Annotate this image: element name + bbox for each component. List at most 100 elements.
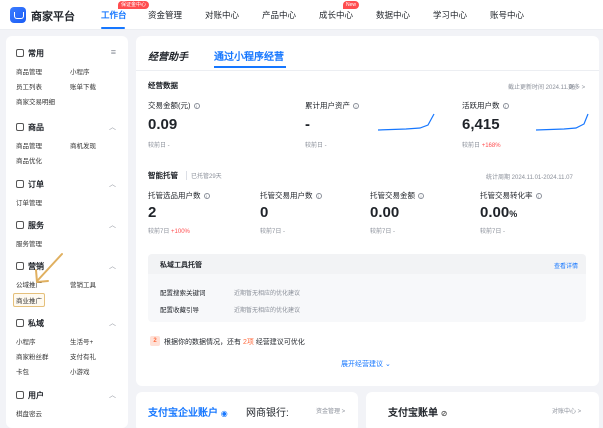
sidebar-item-user-sub[interactable]: 棋盘密云: [16, 408, 42, 418]
mybank-label: 网商银行:: [246, 408, 289, 419]
expand-suggestions-button[interactable]: 展开经营建议 ⌄: [341, 359, 391, 369]
trust-label-trade-amount: 托管交易金额 i: [370, 190, 424, 201]
sidebar-section-user[interactable]: 用户: [16, 390, 44, 401]
nav-product-center[interactable]: 产品中心: [262, 9, 296, 21]
more-link[interactable]: 更多 >: [568, 82, 585, 91]
view-detail-link[interactable]: 查看详情: [554, 261, 578, 270]
sidebar-item-opportunity[interactable]: 商机发现: [70, 140, 96, 150]
nav-account-center[interactable]: 账号中心: [490, 9, 524, 21]
sidebar-section-goods[interactable]: 商品: [16, 122, 44, 133]
nav-data-center[interactable]: 数据中心: [376, 9, 410, 21]
info-icon[interactable]: i: [418, 193, 424, 199]
nav-badge-new: New: [343, 1, 360, 9]
sidebar-item-goods-management[interactable]: 商品管理: [16, 66, 42, 76]
menu-icon[interactable]: ≡: [111, 47, 116, 57]
metric-sub-assets: 较前日 -: [305, 143, 327, 149]
top-nav: 商家平台 工作台 保证金中心 资金管理 对账中心 产品中心 成长中心 New 数…: [0, 0, 603, 30]
sidebar-item-business-promotion[interactable]: 商业推广: [13, 293, 45, 307]
sidebar-item-mini-program-2[interactable]: 小程序: [16, 336, 36, 346]
document-icon: [16, 180, 24, 188]
metric-label-assets: 累计用户资产 i: [305, 100, 359, 111]
megaphone-icon: [16, 262, 24, 270]
suggestion-icon: 2: [150, 336, 160, 346]
eye-icon[interactable]: ◉: [221, 409, 228, 418]
section-business-data: 经营数据: [148, 81, 178, 90]
chevron-up-icon[interactable]: ︿: [109, 122, 116, 132]
sidebar-item-card-wallet[interactable]: 卡包: [16, 366, 29, 376]
section-smart-hosting: 智能托管: [148, 171, 178, 180]
metric-value-active-users: 6,415: [462, 116, 500, 133]
nav-learning-center[interactable]: 学习中心: [433, 9, 467, 21]
sidebar-item-life-account[interactable]: 生活号+: [70, 336, 93, 346]
platform-logo[interactable]: [10, 7, 26, 23]
tool-desc-favorite-guide: 近期暂无相应的优化建议: [234, 308, 301, 314]
trust-sub-conversion: 较前7日 -: [480, 229, 506, 235]
brand-title: 商家平台: [31, 11, 75, 23]
cube-icon: [16, 123, 24, 131]
trust-value-select-users: 2: [148, 204, 157, 221]
info-icon[interactable]: i: [353, 103, 359, 109]
info-icon[interactable]: i: [535, 193, 542, 199]
sidebar-item-goods-optimize[interactable]: 商品优化: [16, 155, 42, 165]
sidebar-item-bill-download[interactable]: 账单下载: [70, 81, 96, 91]
fund-management-link[interactable]: 资金管理 >: [316, 406, 345, 415]
chevron-up-icon[interactable]: ︿: [109, 390, 116, 400]
sidebar-item-service-management[interactable]: 服务管理: [16, 238, 42, 248]
sidebar-item-payment-gift[interactable]: 支付有礼: [70, 351, 96, 361]
nav-workbench[interactable]: 工作台: [101, 9, 127, 21]
sidebar-item-staff-list[interactable]: 员工列表: [16, 81, 42, 91]
sidebar-item-marketing-tools[interactable]: 营销工具: [70, 279, 96, 289]
private-tools-title: 私域工具托管: [160, 262, 202, 269]
sidebar-section-order[interactable]: 订单: [16, 179, 44, 190]
sidebar-item-goods-manage[interactable]: 商品管理: [16, 140, 42, 150]
private-domain-icon: [16, 319, 24, 327]
nav-growth-center[interactable]: 成长中心: [319, 9, 353, 21]
trust-label-select-users: 托管选品用户数 i: [148, 190, 210, 201]
tool-desc-search-keyword: 近期暂无相应的优化建议: [234, 291, 301, 297]
nav-active-indicator: [101, 27, 125, 29]
tab-mini-program-business[interactable]: 通过小程序经营: [214, 48, 284, 63]
metric-sub-amount: 较前日 -: [148, 143, 170, 149]
alipay-bill-card: 支付宝账单 ⊘ 对账中心 >: [366, 392, 599, 428]
chevron-up-icon[interactable]: ︿: [109, 220, 116, 230]
trust-sub-trade-amount: 较前7日 -: [370, 229, 396, 235]
trust-value-trade-amount: 0.00: [370, 204, 400, 221]
sidebar-item-order-management[interactable]: 订单管理: [16, 197, 42, 207]
metric-sub-active-users: 较前日 +168%: [462, 143, 501, 149]
tab-business-assistant[interactable]: 经营助手: [148, 48, 188, 63]
enterprise-account-title[interactable]: 支付宝企业账户 ◉: [148, 404, 228, 419]
sidebar-item-transaction-detail[interactable]: 商家交易明细: [16, 96, 55, 106]
chevron-up-icon[interactable]: ︿: [109, 261, 116, 271]
sidebar-item-mini-program[interactable]: 小程序: [70, 66, 90, 76]
chevron-up-icon[interactable]: ︿: [109, 179, 116, 189]
chevron-up-icon[interactable]: ︿: [109, 318, 116, 328]
sidebar-section-private[interactable]: 私域: [16, 318, 44, 329]
trust-sub-select-users: 较前7日 +100%: [148, 229, 190, 235]
sidebar-item-mini-game[interactable]: 小游戏: [70, 366, 90, 376]
sidebar-section-common[interactable]: 常用: [16, 48, 44, 59]
nav-reconciliation[interactable]: 对账中心: [205, 9, 239, 21]
sidebar-section-service[interactable]: 服务: [16, 220, 44, 231]
stat-period: 统计周期 2024.11.01-2024.11.07: [486, 175, 573, 181]
metric-value-amount: 0.09: [148, 116, 178, 133]
trust-label-conversion: 托管交易转化率 i: [480, 190, 542, 201]
tool-name-favorite-guide: 配置收藏引导: [160, 307, 199, 314]
reconciliation-link[interactable]: 对账中心 >: [552, 406, 581, 415]
nav-badge-deposit: 保证金中心: [118, 1, 150, 9]
info-icon[interactable]: i: [193, 103, 200, 109]
update-time: 截止更新时间 2024.11.06: [508, 85, 576, 91]
service-icon: [16, 221, 24, 229]
info-icon[interactable]: i: [502, 103, 509, 109]
eye-off-icon[interactable]: ⊘: [441, 409, 448, 418]
private-tools-header: [148, 254, 586, 274]
sidebar-item-fan-group[interactable]: 商家粉丝群: [16, 351, 49, 361]
info-icon[interactable]: i: [203, 193, 210, 199]
trust-sub-trade-users: 较前7日 -: [260, 229, 286, 235]
tab-active-indicator: [214, 66, 286, 68]
nav-fund-management[interactable]: 资金管理: [148, 9, 182, 21]
folder-icon: [16, 49, 24, 57]
metric-label-amount: 交易金额(元) i: [148, 100, 200, 111]
trust-value-trade-users: 0: [260, 204, 269, 221]
info-icon[interactable]: i: [315, 193, 322, 199]
divider: [136, 70, 599, 71]
